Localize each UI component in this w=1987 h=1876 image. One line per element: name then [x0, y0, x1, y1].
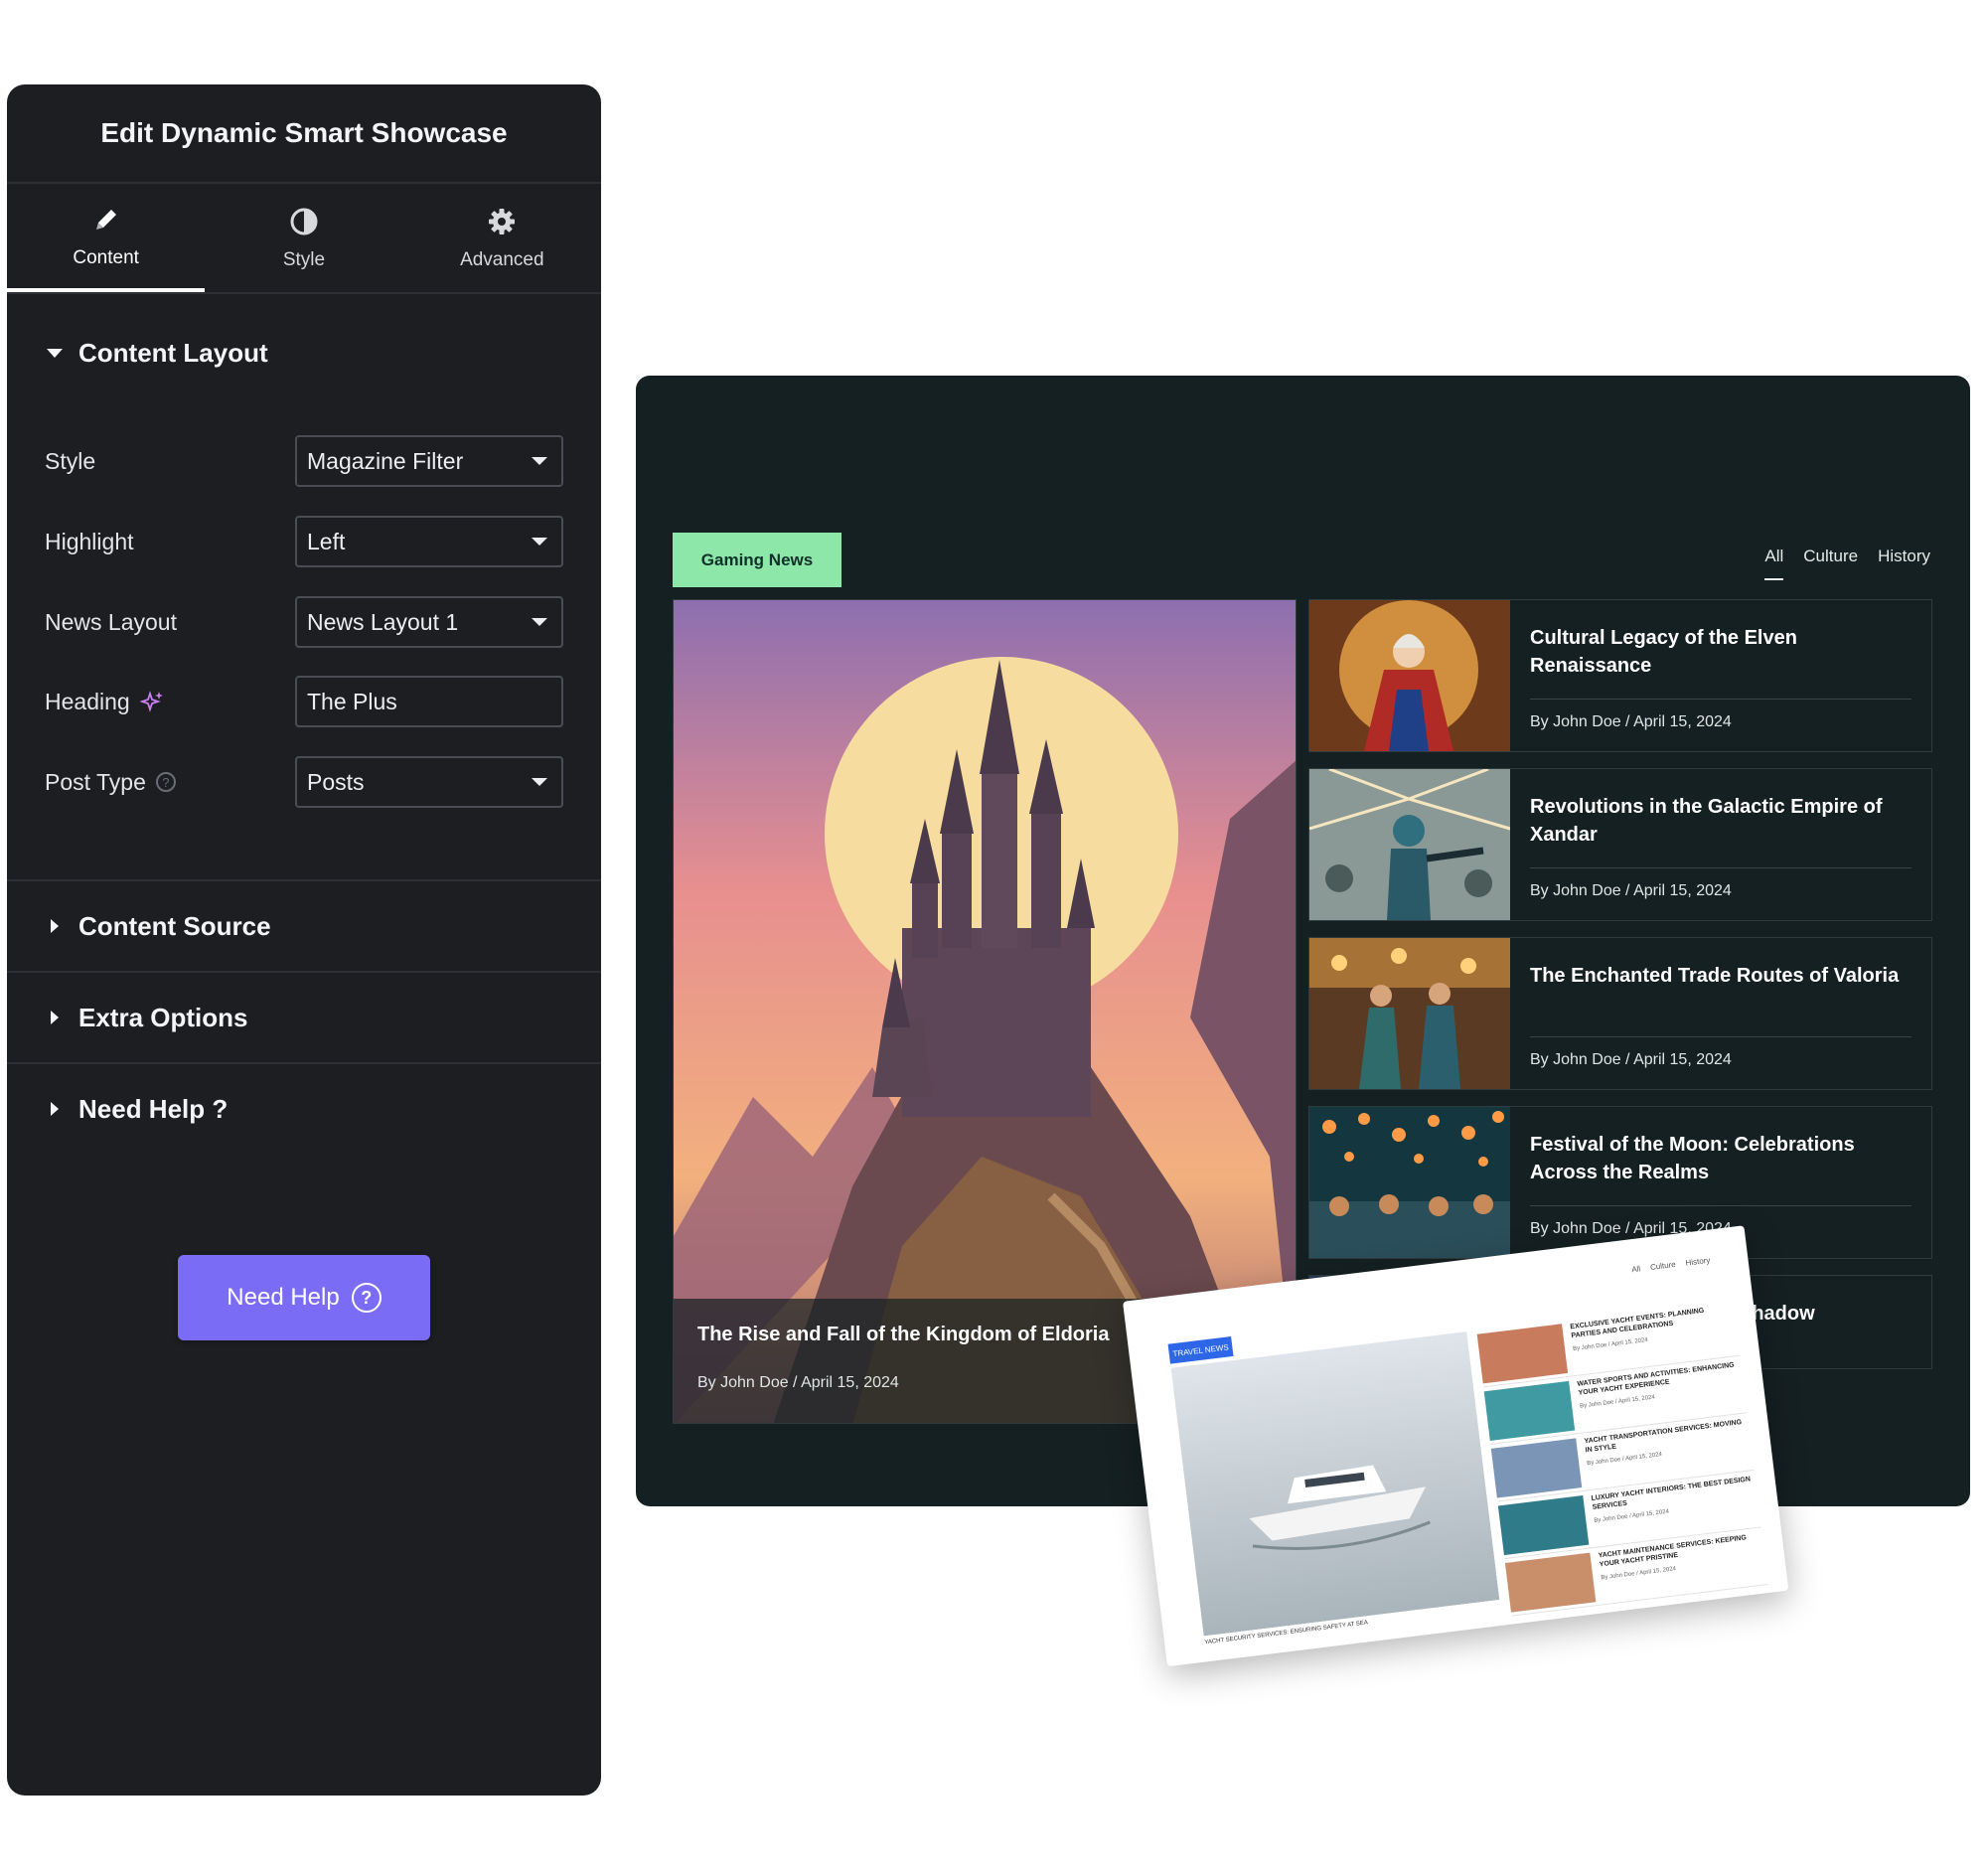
post-body: Revolutions in the Galactic Empire of Xa… — [1510, 769, 1931, 920]
style-select[interactable]: Magazine Filter — [295, 435, 563, 487]
editor-panel: Edit Dynamic Smart Showcase Content Styl… — [7, 84, 601, 1796]
post-type-select-value: Posts — [307, 768, 365, 795]
lantern-festival-thumbnail — [1309, 1107, 1510, 1258]
tab-advanced[interactable]: Advanced — [403, 184, 601, 292]
caret-right-icon — [51, 1011, 59, 1024]
ai-sparkle-icon[interactable] — [139, 690, 164, 713]
field-highlight: Highlight Left — [45, 516, 563, 567]
tab-content[interactable]: Content — [7, 184, 206, 292]
field-heading: Heading The Plus — [45, 676, 563, 727]
field-post-type-label-text: Post Type — [45, 768, 146, 795]
extra-options-header: Extra Options — [7, 1003, 247, 1033]
mini-filter-culture[interactable]: Culture — [1650, 1260, 1677, 1272]
mini-filter-all[interactable]: All — [1631, 1264, 1641, 1274]
tab-content-label: Content — [73, 246, 139, 268]
caret-down-icon — [47, 349, 63, 358]
yacht-transport-thumbnail — [1490, 1438, 1583, 1498]
mini-post-list: EXCLUSIVE YACHT EVENTS: PLANNING PARTIES… — [1476, 1299, 1768, 1617]
filter-bar: All Culture History — [1764, 547, 1930, 580]
need-help-section[interactable]: Need Help ? — [7, 1062, 601, 1154]
post-title[interactable]: Shadow — [1739, 1300, 1911, 1368]
caret-down-icon — [532, 618, 547, 626]
heading-input[interactable]: The Plus — [295, 676, 563, 727]
content-layout-header[interactable]: Content Layout — [7, 294, 601, 451]
highlight-select[interactable]: Left — [295, 516, 563, 567]
yacht-maintenance-thumbnail — [1504, 1552, 1597, 1613]
heading-input-value: The Plus — [307, 688, 397, 714]
post-title[interactable]: Revolutions in the Galactic Empire of Xa… — [1530, 793, 1911, 868]
need-help-header: Need Help ? — [7, 1094, 228, 1125]
mini-showcase-preview: TRAVEL NEWS All Culture History YACHT SE… — [1123, 1225, 1789, 1667]
field-style: Style Magazine Filter — [45, 435, 563, 487]
filter-all[interactable]: All — [1764, 547, 1784, 580]
style-select-value: Magazine Filter — [307, 447, 464, 474]
caret-down-icon — [532, 538, 547, 546]
post-body: The Enchanted Trade Routes of Valoria By… — [1510, 938, 1931, 1089]
question-icon[interactable]: ? — [155, 772, 176, 792]
tab-style-label: Style — [282, 248, 326, 270]
extra-options-section[interactable]: Extra Options — [7, 971, 601, 1062]
content-source-section[interactable]: Content Source — [7, 879, 601, 971]
contrast-icon — [290, 208, 318, 234]
field-heading-label-text: Heading — [45, 688, 130, 714]
mini-hero-post[interactable] — [1170, 1331, 1500, 1637]
field-style-label: Style — [45, 447, 96, 474]
extra-options-title: Extra Options — [78, 1002, 248, 1032]
panel-title: Edit Dynamic Smart Showcase — [7, 84, 601, 184]
highlight-select-value: Left — [307, 528, 346, 554]
field-post-type: Post Type ? Posts — [45, 756, 563, 808]
elf-queen-thumbnail — [1309, 600, 1510, 751]
filter-culture[interactable]: Culture — [1803, 547, 1858, 580]
post-meta: By John Doe / April 15, 2024 — [1530, 882, 1732, 899]
mini-filter-history[interactable]: History — [1685, 1256, 1711, 1268]
category-badge: Gaming News — [673, 533, 841, 587]
filter-all-label: All — [1764, 547, 1784, 565]
market-traders-thumbnail — [1309, 938, 1510, 1089]
list-item[interactable]: Revolutions in the Galactic Empire of Xa… — [1308, 768, 1932, 921]
caret-right-icon — [51, 1102, 59, 1116]
tab-advanced-label: Advanced — [460, 248, 544, 270]
caret-down-icon — [532, 457, 547, 465]
field-post-type-label: Post Type ? — [45, 769, 176, 796]
list-item[interactable]: The Enchanted Trade Routes of Valoria By… — [1308, 937, 1932, 1090]
list-item[interactable]: Cultural Legacy of the Elven Renaissance… — [1308, 599, 1932, 752]
mini-category-badge: TRAVEL NEWS — [1167, 1335, 1234, 1364]
caret-right-icon — [51, 919, 59, 933]
gear-icon — [489, 208, 516, 234]
tab-style[interactable]: Style — [205, 184, 402, 292]
question-icon: ? — [351, 1283, 382, 1313]
post-meta: By John Doe / April 15, 2024 — [1530, 713, 1732, 730]
list-item[interactable]: Festival of the Moon: Celebrations Acros… — [1308, 1106, 1932, 1259]
content-source-header: Content Source — [7, 911, 271, 942]
field-highlight-label: Highlight — [45, 528, 134, 554]
water-sports-thumbnail — [1483, 1380, 1576, 1441]
post-meta: By John Doe / April 15, 2024 — [1530, 1051, 1732, 1068]
post-title[interactable]: Festival of the Moon: Celebrations Acros… — [1530, 1131, 1911, 1206]
mini-filter-bar: All Culture History — [1631, 1256, 1711, 1275]
space-soldiers-thumbnail — [1309, 769, 1510, 920]
content-layout-title: Content Layout — [78, 338, 268, 368]
content-source-title: Content Source — [78, 910, 271, 941]
filter-history[interactable]: History — [1878, 547, 1930, 580]
post-title[interactable]: Cultural Legacy of the Elven Renaissance — [1530, 624, 1911, 700]
editor-tabs: Content Style Advanced — [7, 184, 601, 294]
need-help-button-label: Need Help — [227, 1284, 340, 1311]
caret-down-icon — [532, 778, 547, 786]
yacht-interior-thumbnail — [1497, 1495, 1590, 1556]
field-heading-label: Heading — [45, 689, 164, 715]
news-layout-select[interactable]: News Layout 1 — [295, 596, 563, 648]
pencil-icon — [95, 209, 116, 230]
field-news-layout: News Layout News Layout 1 — [45, 596, 563, 648]
post-title[interactable]: The Enchanted Trade Routes of Valoria — [1530, 962, 1911, 1037]
post-type-select[interactable]: Posts — [295, 756, 563, 808]
field-news-layout-label: News Layout — [45, 608, 177, 635]
need-help-button[interactable]: Need Help ? — [178, 1255, 430, 1340]
news-layout-select-value: News Layout 1 — [307, 608, 459, 635]
party-thumbnail — [1476, 1324, 1569, 1384]
post-body: Cultural Legacy of the Elven Renaissance… — [1510, 600, 1931, 751]
need-help-title: Need Help ? — [78, 1093, 229, 1124]
yacht-image — [1170, 1331, 1500, 1637]
